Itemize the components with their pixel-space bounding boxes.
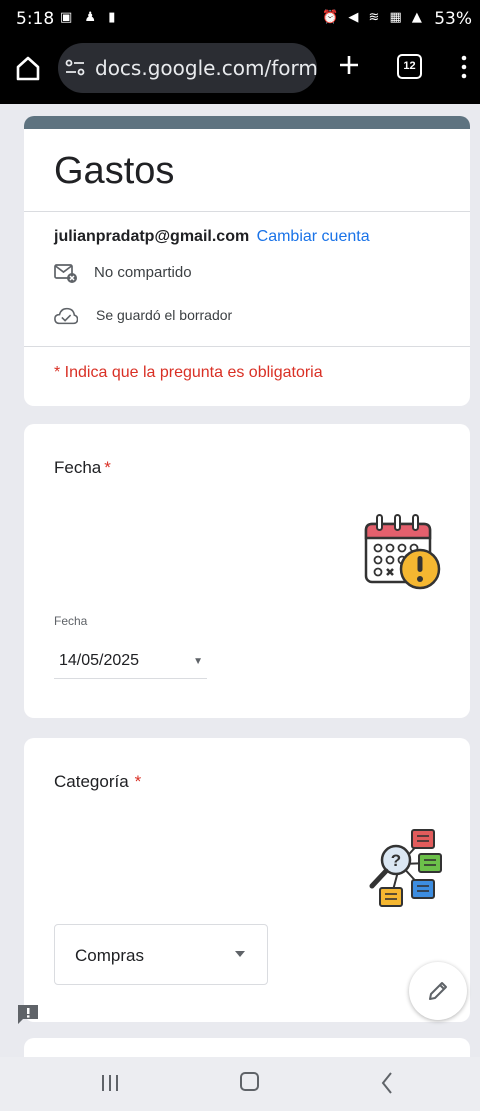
pencil-icon: [429, 982, 447, 1000]
date-input[interactable]: 14/05/2025 ▼: [54, 650, 207, 679]
date-field-label: Fecha: [54, 614, 88, 628]
category-search-icon: ?: [369, 829, 442, 907]
mail-off-icon: [54, 264, 77, 283]
cloud-done-icon: [54, 307, 78, 325]
dropdown-arrow-icon[interactable]: [235, 951, 245, 957]
nav-home-icon[interactable]: [240, 1072, 259, 1091]
draft-saved-label: Se guardó el borrador: [96, 307, 233, 323]
edit-button[interactable]: [409, 962, 467, 1020]
tune-icon[interactable]: [64, 57, 86, 79]
required-note: * Indica que la pregunta es obligatoria: [54, 364, 323, 381]
browser-toolbar: docs.google.com/forms 12: [0, 40, 480, 104]
more-vert-icon[interactable]: [459, 54, 469, 80]
svg-text:?: ?: [391, 851, 401, 870]
question-title: Fecha *: [54, 458, 111, 478]
question-card-categoria: Categoría * ? Compras: [24, 738, 470, 1022]
required-marker: *: [104, 458, 111, 477]
divider: [24, 346, 470, 347]
form-title: Gastos: [54, 150, 175, 192]
battery-level: 53%: [434, 9, 472, 29]
system-navigation-bar: [0, 1057, 480, 1111]
account-row: julianpradatp@gmail.com Cambiar cuenta: [54, 228, 370, 246]
status-time: 5:18: [16, 9, 55, 29]
question-title: Categoría *: [54, 772, 141, 792]
question-card-fecha: Fecha * Fecha 14/05/2025 ▼: [24, 424, 470, 718]
question-title-text: Fecha: [54, 458, 102, 477]
account-email: julianpradatp@gmail.com: [54, 228, 250, 245]
chevron-down-icon[interactable]: ▼: [193, 656, 203, 667]
category-select[interactable]: Compras: [54, 924, 268, 985]
question-title-text: Categoría: [54, 772, 129, 791]
form-header-card: Gastos julianpradatp@gmail.com Cambiar c…: [24, 116, 470, 406]
address-bar[interactable]: docs.google.com/forms: [58, 43, 317, 93]
required-marker: *: [134, 772, 142, 791]
theme-accent-bar: [24, 116, 470, 129]
divider: [24, 211, 470, 212]
url-text: docs.google.com/forms: [95, 56, 317, 80]
status-bar: 5:18 ▣ ♟ ▮ ⏰ ◀ ≋ ▦ ▲ 53%: [0, 0, 480, 40]
switch-account-link[interactable]: Cambiar cuenta: [257, 228, 370, 245]
plus-icon[interactable]: [336, 52, 362, 78]
category-selected-value: Compras: [75, 946, 144, 965]
not-shared-label: No compartido: [94, 264, 192, 281]
date-value: 14/05/2025: [59, 652, 140, 669]
back-icon[interactable]: [380, 1071, 394, 1095]
recent-apps-icon[interactable]: [100, 1073, 120, 1093]
feedback-icon[interactable]: [16, 1003, 40, 1025]
calendar-alert-icon: [364, 514, 441, 590]
home-icon[interactable]: [14, 54, 42, 82]
tab-switcher-button[interactable]: 12: [397, 54, 422, 79]
notification-icons: ▣ ♟ ▮: [60, 10, 120, 25]
system-icons: ⏰ ◀ ≋ ▦ ▲: [322, 10, 425, 25]
